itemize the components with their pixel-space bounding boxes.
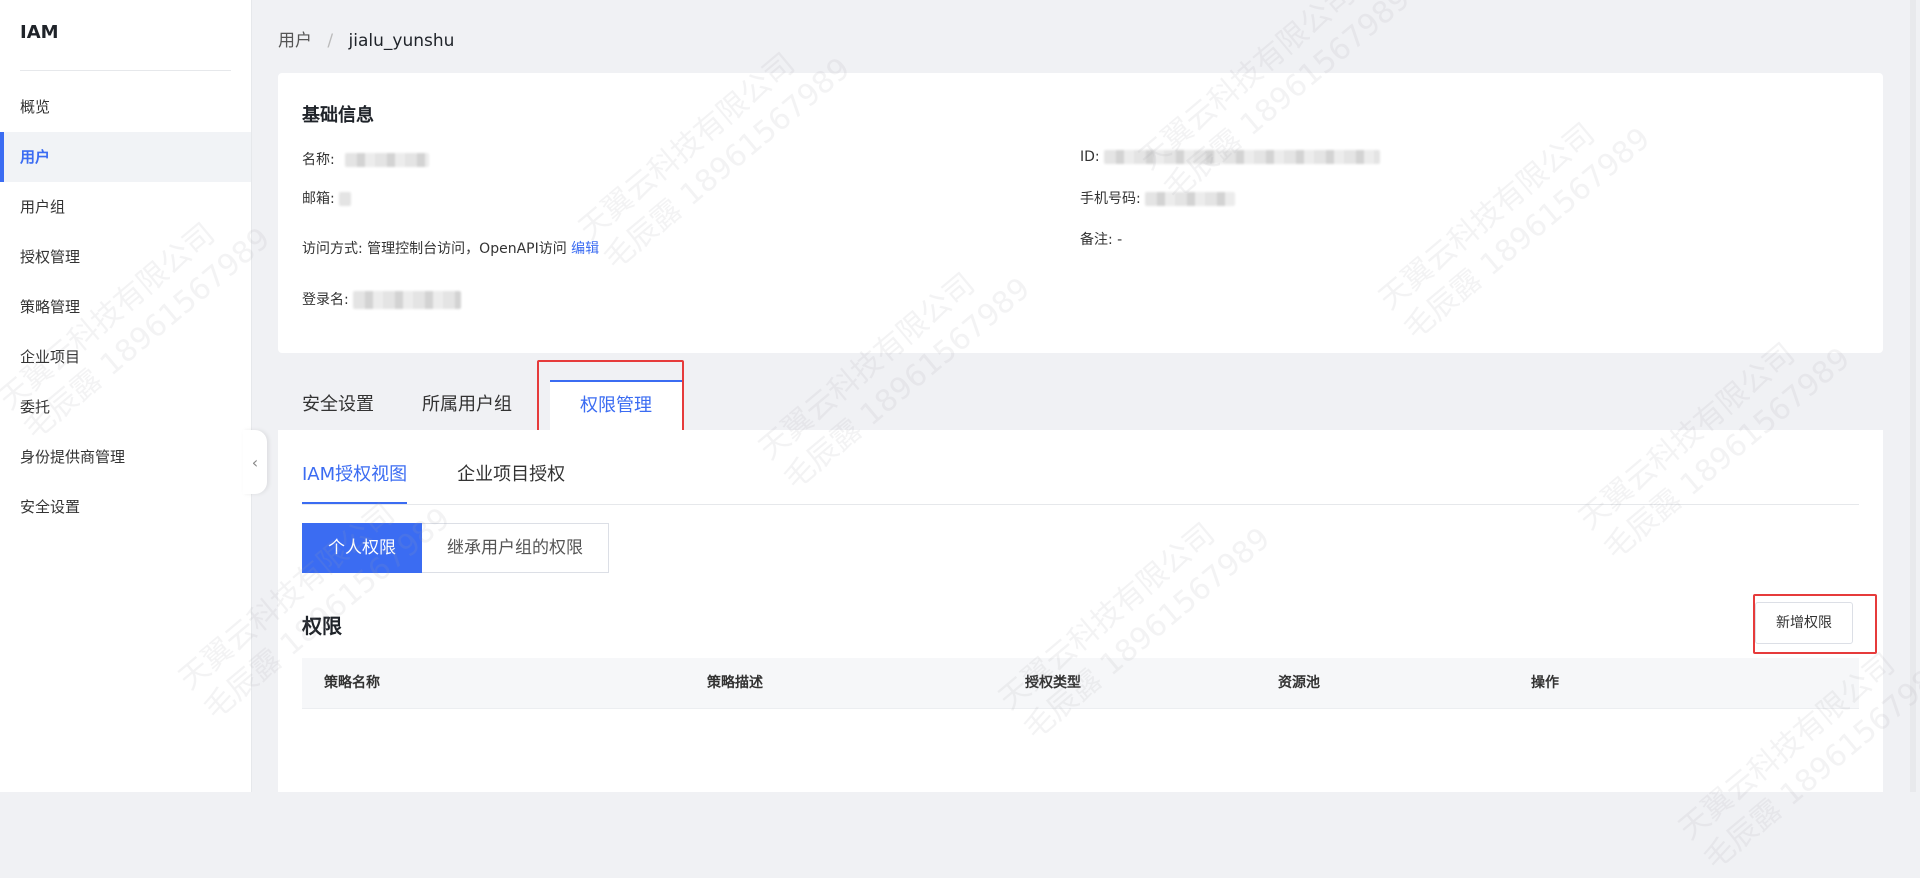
permissions-table: 策略名称 策略描述 授权类型 资源池 操作 [302,658,1859,709]
id-label: ID: [1080,149,1100,165]
sidebar-item-users[interactable]: 用户 [0,132,251,182]
app-title: IAM [20,22,59,43]
sidebar-nav: 概览 用户 用户组 授权管理 策略管理 企业项目 委托 身份提供商管理 安全设置 [0,82,251,532]
page-scrollbar[interactable] [1910,0,1916,792]
breadcrumb-separator: / [327,31,334,51]
table-header: 策略名称 策略描述 授权类型 资源池 操作 [302,658,1859,709]
column-resource-pool: 资源池 [1278,675,1320,691]
chevron-left-icon: ‹ [251,452,259,472]
access-field: 访问方式: 管理控制台访问，OpenAPI访问 编辑 [302,238,599,258]
basic-info-title: 基础信息 [302,105,374,126]
email-label: 邮箱: [302,191,335,207]
sidebar-item-user-groups[interactable]: 用户组 [0,182,251,232]
sidebar: IAM 概览 用户 用户组 授权管理 策略管理 企业项目 委托 身份提供商管理 … [0,0,252,792]
inherited-permissions-button[interactable]: 继承用户组的权限 [422,523,609,573]
column-policy-description: 策略描述 [707,675,763,691]
sidebar-item-security-settings[interactable]: 安全设置 [0,482,251,532]
name-label: 名称: [302,152,335,168]
remark-field: 备注: - [1080,229,1122,249]
remark-value: - [1117,232,1123,248]
edit-access-link[interactable]: 编辑 [571,241,599,257]
email-field: 邮箱: [302,188,352,208]
name-value-redacted [345,153,430,167]
breadcrumb-current: jialu_yunshu [348,31,455,51]
email-value-redacted [339,192,352,206]
permissions-title: 权限 [302,614,342,638]
breadcrumb: 用户 / jialu_yunshu [278,26,454,51]
id-field: ID: [1080,149,1381,165]
basic-info-card: 基础信息 名称: 邮箱: 访问方式: 管理控制台访问，OpenAPI访问 编辑 … [278,73,1883,353]
phone-label: 手机号码: [1080,191,1141,207]
sidebar-divider [20,70,231,71]
view-subtabs: IAM授权视图 企业项目授权 [302,460,1859,505]
login-label: 登录名: [302,292,349,308]
login-value-redacted [353,291,462,309]
tab-permissions[interactable]: 权限管理 [550,380,682,430]
sidebar-item-enterprise-projects[interactable]: 企业项目 [0,332,251,382]
subtab-enterprise-project[interactable]: 企业项目授权 [457,460,565,504]
phone-value-redacted [1145,192,1236,206]
permission-scope-toggle: 个人权限 继承用户组的权限 [302,523,609,573]
column-actions: 操作 [1531,675,1559,691]
name-field: 名称: [302,149,430,169]
add-permission-button[interactable]: 新增权限 [1755,602,1853,644]
permissions-panel: IAM授权视图 企业项目授权 个人权限 继承用户组的权限 权限 新增权限 策略名… [278,430,1883,792]
breadcrumb-parent[interactable]: 用户 [278,31,312,51]
tab-security-settings[interactable]: 安全设置 [278,380,398,430]
sidebar-item-identity-providers[interactable]: 身份提供商管理 [0,432,251,482]
remark-label: 备注: [1080,232,1113,248]
sidebar-item-policies[interactable]: 策略管理 [0,282,251,332]
sidebar-item-agency[interactable]: 委托 [0,382,251,432]
sidebar-collapse-button[interactable]: ‹ [243,430,267,494]
sidebar-item-authorization[interactable]: 授权管理 [0,232,251,282]
phone-field: 手机号码: [1080,188,1236,208]
id-value-redacted [1104,150,1381,164]
login-field: 登录名: [302,289,462,309]
tab-user-groups[interactable]: 所属用户组 [398,380,536,430]
detail-tabs: 安全设置 所属用户组 权限管理 [278,380,682,430]
sidebar-item-overview[interactable]: 概览 [0,82,251,132]
column-policy-name: 策略名称 [324,675,380,691]
access-value: 管理控制台访问，OpenAPI访问 [367,241,567,257]
personal-permissions-button[interactable]: 个人权限 [302,523,422,573]
access-label: 访问方式: [302,241,363,257]
subtab-iam-view[interactable]: IAM授权视图 [302,460,408,504]
column-authorization-type: 授权类型 [1025,675,1081,691]
